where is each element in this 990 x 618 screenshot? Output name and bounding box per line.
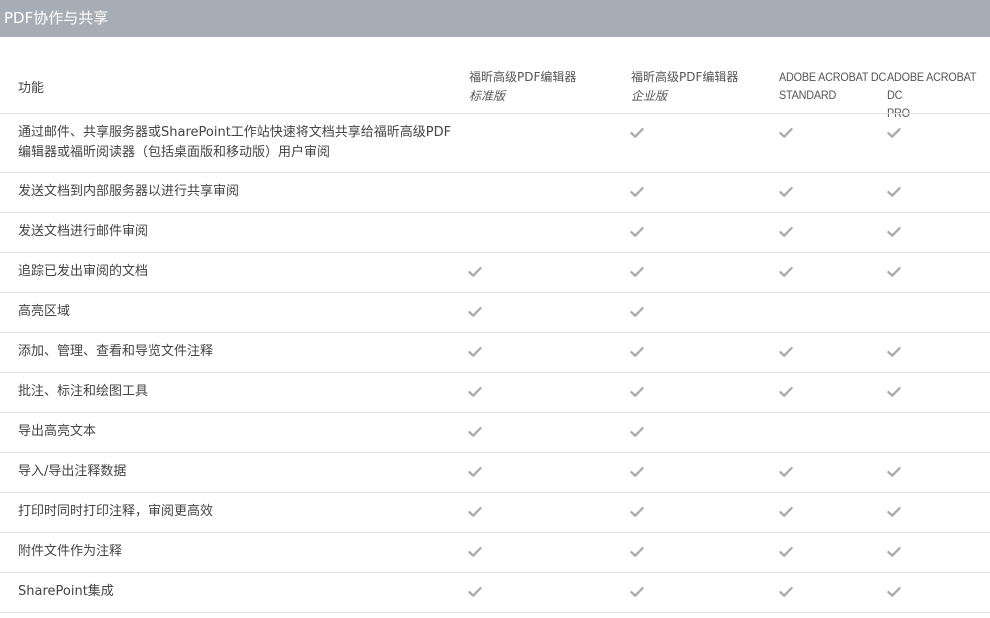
checkmark-icon — [887, 505, 901, 519]
checkmark-icon — [630, 265, 644, 279]
checkmark-icon — [630, 185, 644, 199]
checkmark-icon — [887, 265, 901, 279]
checkmark-icon — [887, 585, 901, 599]
table-row: 发送文档进行邮件审阅 — [0, 212, 990, 252]
checkmark-icon — [468, 545, 482, 559]
checkmark-icon — [887, 385, 901, 399]
column-header-edition: 企业版 — [631, 89, 668, 103]
checkmark-icon — [468, 305, 482, 319]
column-header-acrobat-standard: ADOBE ACROBAT DC STANDARD — [779, 68, 886, 104]
checkmark-icon — [630, 425, 644, 439]
feature-label: SharePoint集成 — [18, 584, 114, 599]
feature-label: 追踪已发出审阅的文档 — [18, 264, 149, 279]
checkmark-icon — [887, 225, 901, 239]
table-row: 批注、标注和绘图工具 — [0, 372, 990, 412]
checkmark-icon — [779, 505, 793, 519]
checkmark-icon — [779, 545, 793, 559]
table-divider — [0, 612, 990, 613]
checkmark-icon — [779, 225, 793, 239]
section-title: PDF协作与共享 — [4, 9, 109, 27]
table-row: SharePoint集成 — [0, 572, 990, 612]
table-row: 附件文件作为注释 — [0, 532, 990, 572]
checkmark-icon — [779, 345, 793, 359]
checkmark-icon — [468, 505, 482, 519]
table-row: 发送文档到内部服务器以进行共享审阅 — [0, 172, 990, 212]
feature-label: 添加、管理、查看和导览文件注释 — [18, 344, 214, 359]
feature-label: 附件文件作为注释 — [18, 544, 123, 559]
table-row: 追踪已发出审阅的文档 — [0, 252, 990, 292]
checkmark-icon — [630, 585, 644, 599]
column-header-product: 福昕高级PDF编辑器 — [631, 70, 739, 84]
checkmark-icon — [779, 385, 793, 399]
checkmark-icon — [779, 185, 793, 199]
feature-label: 通过邮件、共享服务器或SharePoint工作站快速将文档共享给福昕高级PDF编… — [18, 125, 452, 160]
column-header-product: 福昕高级PDF编辑器 — [469, 70, 577, 84]
table-row: 打印时同时打印注释，审阅更高效 — [0, 492, 990, 532]
checkmark-icon — [630, 305, 644, 319]
feature-label: 高亮区域 — [18, 304, 71, 319]
column-header-product: ADOBE ACROBAT DC — [779, 70, 887, 84]
checkmark-icon — [887, 545, 901, 559]
checkmark-icon — [468, 585, 482, 599]
column-header-edition: 标准版 — [469, 89, 506, 103]
feature-label: 发送文档到内部服务器以进行共享审阅 — [18, 184, 240, 199]
checkmark-icon — [468, 465, 482, 479]
column-header-edition: STANDARD — [779, 88, 837, 102]
checkmark-icon — [630, 385, 644, 399]
checkmark-icon — [887, 126, 901, 140]
checkmark-icon — [468, 345, 482, 359]
checkmark-icon — [630, 126, 644, 140]
table-row: 通过邮件、共享服务器或SharePoint工作站快速将文档共享给福昕高级PDF编… — [0, 113, 990, 172]
feature-label: 导入/导出注释数据 — [18, 464, 127, 479]
feature-column-header: 功能 — [18, 81, 45, 96]
feature-label: 导出高亮文本 — [18, 424, 97, 439]
table-row: 导出高亮文本 — [0, 412, 990, 452]
table-row: 添加、管理、查看和导览文件注释 — [0, 332, 990, 372]
checkmark-icon — [468, 265, 482, 279]
checkmark-icon — [630, 505, 644, 519]
checkmark-icon — [468, 385, 482, 399]
checkmark-icon — [779, 126, 793, 140]
checkmark-icon — [887, 465, 901, 479]
checkmark-icon — [630, 545, 644, 559]
table-row: 高亮区域 — [0, 292, 990, 332]
checkmark-icon — [779, 585, 793, 599]
section-header: PDF协作与共享 — [0, 0, 990, 37]
table-row: 导入/导出注释数据 — [0, 452, 990, 492]
checkmark-icon — [630, 345, 644, 359]
feature-label: 打印时同时打印注释，审阅更高效 — [18, 504, 214, 519]
column-header-product: ADOBE ACROBAT DC — [887, 70, 977, 102]
checkmark-icon — [779, 265, 793, 279]
checkmark-icon — [468, 425, 482, 439]
feature-label: 批注、标注和绘图工具 — [18, 384, 149, 399]
column-header-foxit-standard: 福昕高级PDF编辑器 标准版 — [469, 68, 576, 106]
checkmark-icon — [779, 465, 793, 479]
checkmark-icon — [887, 345, 901, 359]
checkmark-icon — [630, 225, 644, 239]
feature-label: 发送文档进行邮件审阅 — [18, 224, 149, 239]
checkmark-icon — [887, 185, 901, 199]
checkmark-icon — [630, 465, 644, 479]
column-header-foxit-business: 福昕高级PDF编辑器 企业版 — [631, 68, 738, 106]
